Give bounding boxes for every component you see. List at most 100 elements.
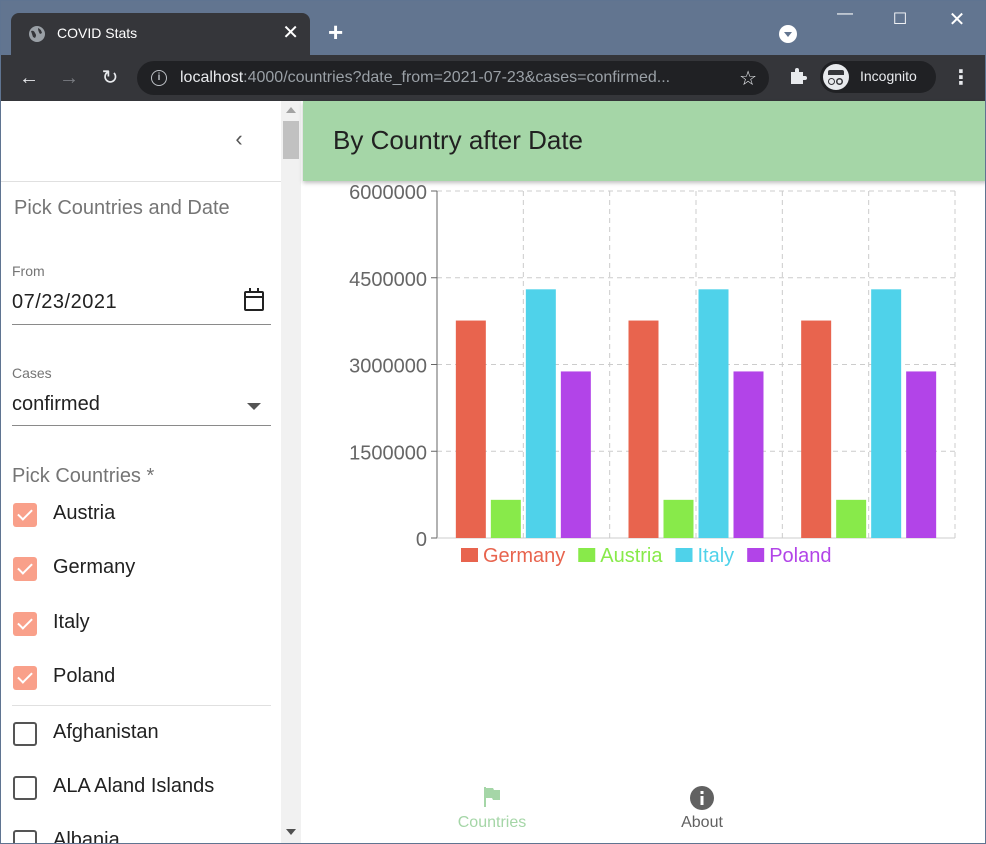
browser-tab[interactable]: COVID Stats ✕	[11, 13, 310, 55]
checkbox-germany[interactable]: Germany	[1, 555, 271, 595]
browser-window: COVID Stats ✕ + — ☐ ✕ ← → ↻ i localhost:…	[0, 0, 986, 844]
countries-label: Pick Countries *	[12, 465, 155, 487]
checkbox-unchecked-icon[interactable]	[13, 830, 37, 843]
forward-icon[interactable]: →	[56, 65, 82, 91]
close-tab-icon[interactable]: ✕	[282, 22, 299, 44]
checkbox-unchecked-icon[interactable]	[13, 776, 37, 800]
scrollbar-thumb[interactable]	[283, 121, 299, 159]
from-underline	[12, 324, 271, 325]
minimize-button[interactable]: —	[830, 5, 860, 23]
legend-label-poland: Poland	[769, 545, 831, 567]
app-bar: By Country after Date	[303, 101, 985, 181]
y-tick-label: 4500000	[349, 269, 427, 291]
maximize-button[interactable]: ☐	[885, 9, 915, 29]
legend-label-italy: Italy	[698, 545, 735, 567]
checkbox-label: Italy	[53, 611, 90, 633]
from-label: From	[12, 263, 45, 279]
bar-austria	[663, 499, 694, 538]
checkbox-label: ALA Aland Islands	[53, 775, 215, 797]
checkbox-austria[interactable]: Austria	[1, 501, 271, 541]
bar-poland	[560, 371, 591, 538]
checkbox-albania[interactable]: Albania	[1, 828, 271, 844]
browser-toolbar: ← → ↻ i localhost:4000/countries?date_fr…	[1, 55, 985, 101]
title-bar: COVID Stats ✕ + — ☐ ✕	[1, 1, 985, 55]
calendar-icon[interactable]	[244, 288, 264, 311]
reload-icon[interactable]: ↻	[97, 65, 123, 91]
checkbox-italy[interactable]: Italy	[1, 610, 271, 650]
bar-poland	[906, 371, 937, 538]
bar-italy	[871, 289, 902, 538]
puzzle-icon	[791, 68, 807, 84]
bar-italy	[698, 289, 729, 538]
more-menu-icon[interactable]: ⋮	[951, 65, 971, 90]
incognito-profile-button[interactable]: Incognito	[820, 61, 936, 93]
extensions-icon[interactable]	[787, 65, 809, 87]
bar-poland	[733, 371, 764, 538]
checkbox-label: Albania	[53, 829, 120, 844]
bottom-navigation: Countries About	[303, 781, 985, 843]
legend-label-austria: Austria	[600, 545, 663, 567]
sidebar-drawer: ‹ Pick Countries and Date From 07/23/202…	[1, 101, 281, 844]
checkbox-checked-icon[interactable]	[13, 612, 37, 636]
bar-italy	[525, 289, 556, 538]
address-bar[interactable]: i localhost:4000/countries?date_from=202…	[137, 61, 769, 95]
checkbox-label: Germany	[53, 556, 136, 578]
bar-germany	[628, 320, 659, 538]
page-title: By Country after Date	[333, 125, 583, 155]
y-tick-label: 0	[416, 529, 427, 551]
globe-icon	[29, 26, 45, 42]
tab-search-icon[interactable]	[779, 25, 797, 43]
nav-about[interactable]: About	[632, 781, 772, 843]
url-text[interactable]: localhost:4000/countries?date_from=2021-…	[180, 69, 720, 87]
legend-swatch-poland	[747, 548, 765, 562]
checkbox-label: Poland	[53, 665, 116, 687]
y-tick-label: 1500000	[349, 442, 427, 464]
divider	[12, 705, 271, 706]
cases-label: Cases	[12, 365, 52, 381]
main-content: By Country after Date 0 1500000 3000000 450…	[303, 101, 985, 843]
nav-label: About	[681, 814, 723, 831]
bookmark-star-icon[interactable]: ☆	[739, 66, 757, 91]
legend-label-germany: Germany	[483, 545, 565, 567]
legend-swatch-italy	[675, 548, 693, 562]
checkbox-label: Austria	[53, 502, 116, 524]
divider	[1, 181, 281, 182]
tab-title: COVID Stats	[57, 25, 138, 41]
checkbox-ala-aland-islands[interactable]: ALA Aland Islands	[1, 774, 271, 814]
checkbox-checked-icon[interactable]	[13, 503, 37, 527]
y-tick-label: 3000000	[349, 356, 427, 378]
back-icon[interactable]: ←	[16, 65, 42, 91]
incognito-label: Incognito	[860, 68, 917, 84]
chevron-left-icon[interactable]: ‹	[227, 127, 251, 151]
from-date-input[interactable]: 07/23/2021	[12, 291, 117, 314]
checkbox-checked-icon[interactable]	[13, 666, 37, 690]
sidebar-scrollbar[interactable]	[281, 101, 301, 843]
flag-icon	[484, 787, 500, 807]
close-window-button[interactable]: ✕	[942, 7, 972, 32]
info-icon[interactable]: i	[151, 70, 167, 86]
y-tick-label: 6000000	[349, 182, 427, 204]
bar-austria	[490, 499, 521, 538]
legend-swatch-austria	[578, 548, 596, 562]
cases-select[interactable]: confirmed	[12, 393, 100, 416]
checkbox-unchecked-icon[interactable]	[13, 722, 37, 746]
scroll-down-arrow-icon[interactable]	[286, 829, 296, 835]
new-tab-button[interactable]: +	[328, 18, 343, 46]
checkbox-checked-icon[interactable]	[13, 557, 37, 581]
legend-swatch-germany	[461, 548, 478, 562]
scroll-up-arrow-icon[interactable]	[286, 107, 296, 113]
checkbox-afghanistan[interactable]: Afghanistan	[1, 720, 271, 760]
bar-germany	[801, 320, 832, 538]
info-icon	[690, 786, 714, 810]
incognito-icon	[823, 64, 849, 90]
nav-label: Countries	[457, 814, 527, 831]
sidebar-title: Pick Countries and Date	[14, 197, 230, 219]
bar-austria	[836, 499, 867, 538]
checkbox-label: Afghanistan	[53, 721, 159, 743]
cases-underline	[12, 425, 271, 426]
bar-chart: 0 1500000 3000000 4500000 6000000 Germany Aust…	[349, 182, 956, 567]
bar-germany	[455, 320, 486, 538]
nav-countries[interactable]: Countries	[422, 781, 562, 843]
checkbox-poland[interactable]: Poland	[1, 664, 271, 704]
dropdown-arrow-icon[interactable]	[247, 403, 261, 410]
